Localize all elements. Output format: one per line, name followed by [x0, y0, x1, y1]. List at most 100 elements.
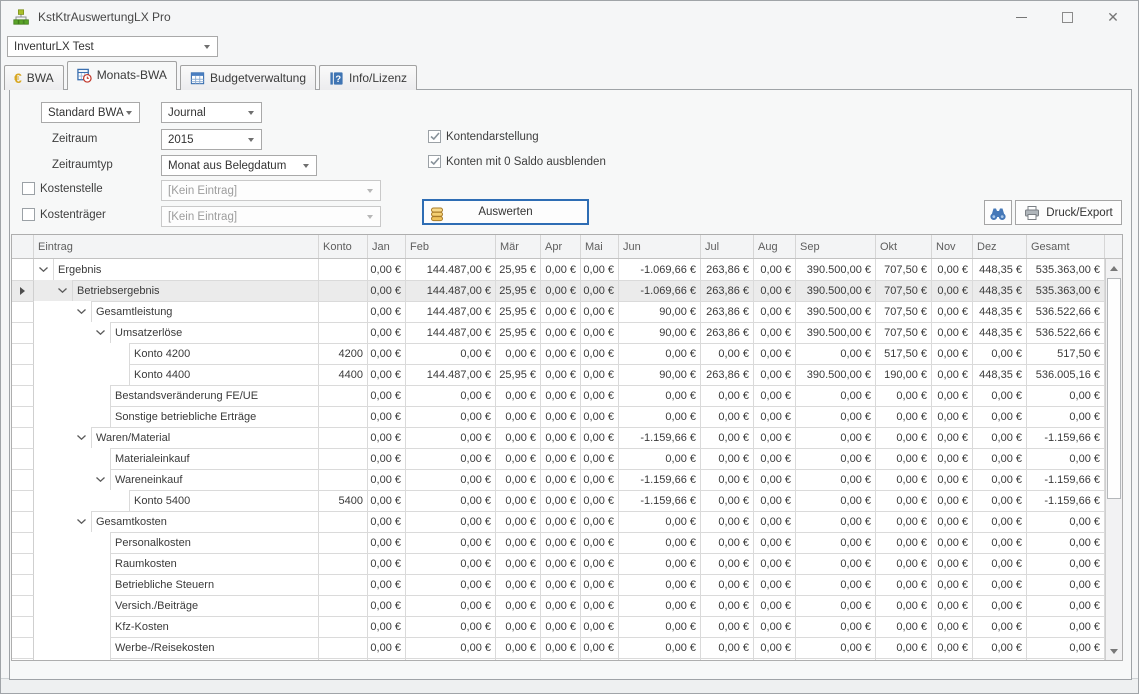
close-button[interactable]: ✕ [1090, 1, 1136, 33]
tree-collapse-icon[interactable] [72, 301, 91, 322]
column-header-Okt[interactable]: Okt [876, 235, 932, 258]
table-row[interactable]: Gesamtleistung0,00 €144.487,00 €25,95 €0… [12, 301, 1105, 322]
gesamt-cell: 536.522,66 € [1027, 322, 1105, 343]
column-header-Sep[interactable]: Sep [796, 235, 876, 258]
tree-collapse-icon[interactable] [34, 259, 53, 280]
column-header-Feb[interactable]: Feb [406, 235, 496, 258]
column-header-Nov[interactable]: Nov [932, 235, 973, 258]
table-row[interactable]: Konto 540054000,00 €0,00 €0,00 €0,00 €0,… [12, 490, 1105, 511]
kostentraeger-checkbox[interactable]: Kostenträger [22, 208, 106, 221]
month-value-cell: 0,00 € [754, 574, 796, 595]
tab-budgetverwaltung[interactable]: Budgetverwaltung [180, 65, 316, 90]
calendar-clock-icon [77, 68, 92, 83]
month-value-cell: 0,00 € [368, 616, 406, 637]
table-row[interactable]: Betriebsergebnis0,00 €144.487,00 €25,95 … [12, 280, 1105, 301]
month-value-cell: 0,00 € [619, 343, 701, 364]
maximize-button[interactable] [1044, 1, 1090, 33]
table-row[interactable]: Bestandsveränderung FE/UE0,00 €0,00 €0,0… [12, 385, 1105, 406]
month-value-cell: 0,00 € [541, 553, 581, 574]
table-row[interactable]: Versich./Beiträge0,00 €0,00 €0,00 €0,00 … [12, 595, 1105, 616]
journal-select[interactable]: Journal [161, 102, 262, 123]
scrollbar-thumb[interactable] [1107, 278, 1121, 499]
column-header-Konto[interactable]: Konto [319, 235, 368, 258]
column-header-Aug[interactable]: Aug [754, 235, 796, 258]
month-value-cell: 0,00 € [368, 343, 406, 364]
tree-collapse-icon[interactable] [91, 469, 110, 490]
scroll-up-button[interactable] [1106, 260, 1122, 276]
column-header-Mär[interactable]: Mär [496, 235, 541, 258]
minimize-button[interactable] [998, 1, 1044, 33]
month-value-cell: 0,00 € [541, 469, 581, 490]
month-value-cell: 0,00 € [581, 490, 619, 511]
table-row[interactable]: Waren/Material0,00 €0,00 €0,00 €0,00 €0,… [12, 427, 1105, 448]
month-value-cell: 0,00 € [754, 553, 796, 574]
month-value-cell [406, 658, 496, 660]
zeitraumtyp-select[interactable]: Monat aus Belegdatum [161, 155, 317, 176]
client-select[interactable]: InventurLX Test [7, 36, 218, 57]
vertical-scrollbar[interactable] [1105, 259, 1122, 660]
table-row[interactable]: Personalkosten0,00 €0,00 €0,00 €0,00 €0,… [12, 532, 1105, 553]
tree-collapse-icon[interactable] [72, 427, 91, 448]
month-value-cell [581, 658, 619, 660]
tab-bwa[interactable]: € BWA [4, 65, 64, 90]
month-value-cell: 0,00 € [701, 490, 754, 511]
table-row[interactable]: Kfz-Kosten0,00 €0,00 €0,00 €0,00 €0,00 €… [12, 616, 1105, 637]
tree-collapse-icon[interactable] [53, 280, 72, 301]
table-row[interactable]: Konto 440044000,00 €144.487,00 €25,95 €0… [12, 364, 1105, 385]
column-header-Mai[interactable]: Mai [581, 235, 619, 258]
month-value-cell: 0,00 € [619, 511, 701, 532]
month-value-cell: 0,00 € [581, 259, 619, 280]
kostenstelle-select: [Kein Eintrag] [161, 180, 381, 201]
auswerten-button[interactable]: Auswerten [422, 199, 589, 225]
month-value-cell: 0,00 € [496, 406, 541, 427]
column-header-Apr[interactable]: Apr [541, 235, 581, 258]
table-row[interactable]: Werbe-/Reisekosten0,00 €0,00 €0,00 €0,00… [12, 637, 1105, 658]
month-value-cell: 0,00 € [932, 301, 973, 322]
column-header-Jul[interactable]: Jul [701, 235, 754, 258]
zeitraum-value: 2015 [168, 134, 194, 146]
table-row[interactable]: Betriebliche Steuern0,00 €0,00 €0,00 €0,… [12, 574, 1105, 595]
tree-indent [110, 490, 129, 511]
kostenstelle-checkbox[interactable]: Kostenstelle [22, 182, 103, 195]
month-value-cell: 0,00 € [581, 574, 619, 595]
table-row[interactable]: Umsatzerlöse0,00 €144.487,00 €25,95 €0,0… [12, 322, 1105, 343]
month-value-cell: 0,00 € [496, 511, 541, 532]
column-header-Jun[interactable]: Jun [619, 235, 701, 258]
column-header-Dez[interactable]: Dez [973, 235, 1027, 258]
arrow-down-icon [1110, 649, 1118, 654]
table-row[interactable]: Gesamtkosten0,00 €0,00 €0,00 €0,00 €0,00… [12, 511, 1105, 532]
tab-info-lizenz[interactable]: ? Info/Lizenz [319, 65, 417, 90]
gesamt-cell: 0,00 € [1027, 532, 1105, 553]
tree-collapse-icon[interactable] [91, 322, 110, 343]
eintrag-cell: Gesamtleistung [34, 301, 319, 322]
month-value-cell: 90,00 € [619, 322, 701, 343]
svg-text:?: ? [335, 73, 341, 83]
zeitraum-select[interactable]: 2015 [161, 129, 262, 150]
tree-collapse-icon[interactable] [72, 511, 91, 532]
month-value-cell: 0,00 € [932, 490, 973, 511]
table-row[interactable]: Wareneinkauf0,00 €0,00 €0,00 €0,00 €0,00… [12, 469, 1105, 490]
table-row[interactable]: Materialeinkauf0,00 €0,00 €0,00 €0,00 €0… [12, 448, 1105, 469]
column-header-Eintrag[interactable]: Eintrag [34, 235, 319, 258]
tab-monats-bwa[interactable]: Monats-BWA [67, 61, 177, 90]
table-row[interactable]: Sonstige betriebliche Erträge0,00 €0,00 … [12, 406, 1105, 427]
bwa-type-select[interactable]: Standard BWA [41, 102, 140, 123]
kontendarstellung-checkbox[interactable]: Kontendarstellung [428, 130, 539, 143]
table-row[interactable]: Ergebnis0,00 €144.487,00 €25,95 €0,00 €0… [12, 259, 1105, 280]
row-indicator [12, 595, 34, 616]
month-value-cell: 0,00 € [932, 553, 973, 574]
gesamt-cell [1027, 658, 1105, 660]
month-value-cell [932, 658, 973, 660]
gesamt-cell: -1.159,66 € [1027, 490, 1105, 511]
column-header-Jan[interactable]: Jan [368, 235, 406, 258]
table-row[interactable] [12, 658, 1105, 660]
druck-export-button[interactable]: Druck/Export [1015, 200, 1122, 225]
column-header-Gesamt[interactable]: Gesamt [1027, 235, 1105, 258]
search-button[interactable] [984, 200, 1012, 225]
month-value-cell: 25,95 € [496, 280, 541, 301]
null-saldo-checkbox[interactable]: Konten mit 0 Saldo ausblenden [428, 155, 606, 168]
table-row[interactable]: Konto 420042000,00 €0,00 €0,00 €0,00 €0,… [12, 343, 1105, 364]
table-row[interactable]: Raumkosten0,00 €0,00 €0,00 €0,00 €0,00 €… [12, 553, 1105, 574]
scroll-down-button[interactable] [1106, 643, 1122, 659]
gesamt-cell: 0,00 € [1027, 448, 1105, 469]
